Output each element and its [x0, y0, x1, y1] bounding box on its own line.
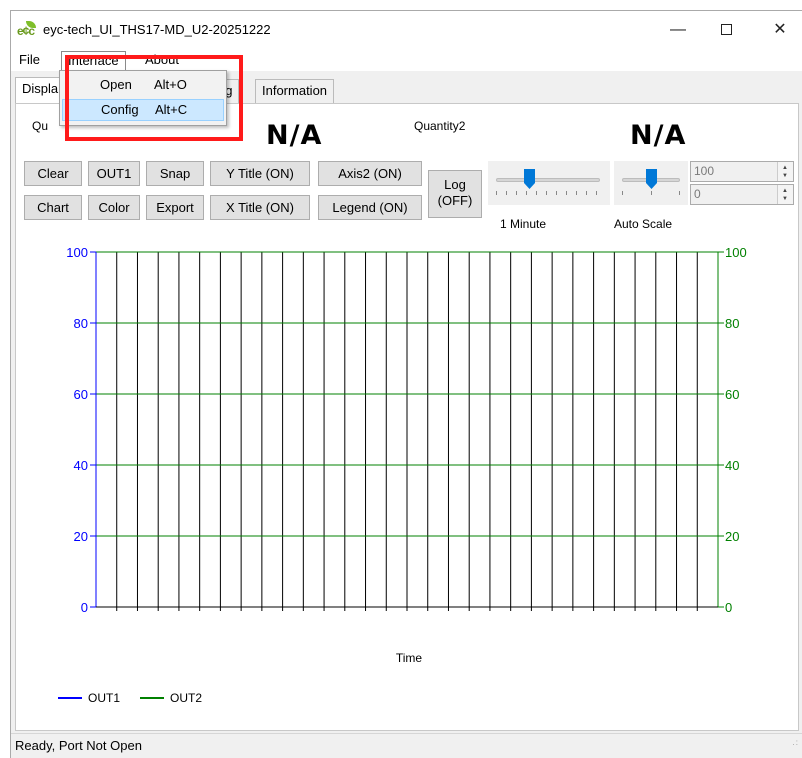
menu-item-open[interactable]: Open Alt+O [62, 75, 224, 97]
status-text: Ready, Port Not Open [15, 738, 142, 753]
maximize-button[interactable] [703, 11, 749, 49]
app-window: e¢c eyc-tech_UI_THS17-MD_U2-20251222 — ✕… [10, 10, 802, 758]
maximize-icon [720, 24, 732, 36]
status-bar: Ready, Port Not Open .: [11, 733, 802, 758]
interface-dropdown-menu: Open Alt+O Config Alt+C [59, 70, 227, 126]
app-logo-icon: e¢c [17, 21, 39, 39]
left-tick-label: 80 [74, 316, 88, 331]
menu-item-config[interactable]: Config Alt+C [62, 99, 224, 121]
tab-display[interactable]: Displa [15, 77, 66, 104]
menu-interface[interactable]: Interface [61, 51, 126, 72]
chart-area[interactable]: 0 20 40 60 80 100 0 20 40 60 80 100 Time OUT1 OUT2 [16, 104, 800, 732]
menu-item-config-label: Config [101, 102, 139, 117]
vertical-gridlines [116, 252, 698, 611]
menu-item-open-shortcut: Alt+O [154, 77, 187, 92]
menu-about[interactable]: About [139, 51, 185, 71]
left-tick-label: 100 [66, 245, 88, 260]
menu-bar: File Interface About [11, 49, 802, 72]
right-tick-label: 80 [725, 316, 739, 331]
right-tick-label: 60 [725, 387, 739, 402]
tab-information[interactable]: Information [255, 79, 335, 103]
title-bar[interactable]: e¢c eyc-tech_UI_THS17-MD_U2-20251222 — ✕ [11, 11, 802, 49]
right-tick-label: 20 [725, 529, 739, 544]
display-panel: Qu N/A Quantity2 N/A Clear OUT1 Snap Y T… [15, 103, 799, 731]
left-tick-label: 20 [74, 529, 88, 544]
menu-item-open-label: Open [100, 77, 132, 92]
right-axis-ticks: 0 20 40 60 80 100 [718, 245, 747, 615]
right-tick-label: 0 [725, 600, 732, 615]
close-button[interactable]: ✕ [757, 11, 802, 49]
left-axis-ticks: 0 20 40 60 80 100 [66, 245, 96, 615]
x-axis-title: Time [396, 651, 423, 665]
window-title: eyc-tech_UI_THS17-MD_U2-20251222 [43, 22, 271, 37]
right-tick-label: 40 [725, 458, 739, 473]
resize-grip-icon[interactable]: .: [793, 731, 799, 755]
right-tick-label: 100 [725, 245, 747, 260]
menu-item-config-shortcut: Alt+C [155, 102, 188, 117]
left-tick-label: 40 [74, 458, 88, 473]
left-tick-label: 60 [74, 387, 88, 402]
menu-file[interactable]: File [13, 51, 46, 71]
minimize-button[interactable]: — [655, 11, 701, 49]
chart-legend: OUT1 OUT2 [58, 691, 202, 705]
legend-entry: OUT1 [88, 691, 120, 705]
left-tick-label: 0 [81, 600, 88, 615]
legend-entry: OUT2 [170, 691, 202, 705]
